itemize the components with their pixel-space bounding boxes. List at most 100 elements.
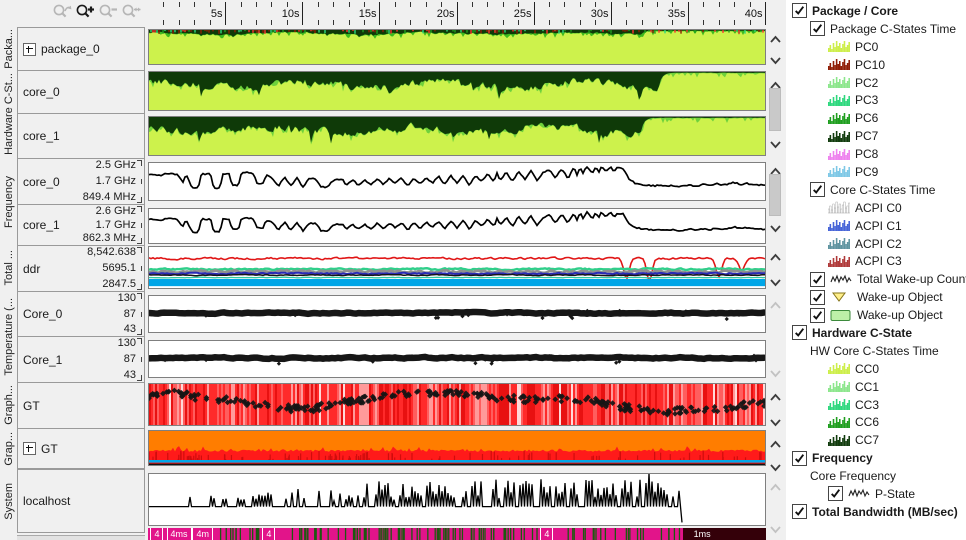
legend-item-label: PC3	[855, 93, 879, 108]
checkbox-checked[interactable]	[810, 271, 825, 287]
timeline-row-label-GT[interactable]: GT	[17, 382, 145, 429]
legend-item-wake-up-object: Wake-up Object	[786, 288, 966, 306]
scroll-up-arrow-icon[interactable]	[769, 389, 782, 401]
chart-core_1[interactable]	[148, 116, 766, 156]
legend-item-label: Core C-States Time	[830, 182, 936, 197]
scroll-up-arrow-icon[interactable]	[769, 163, 782, 175]
row-label-text: core_1	[23, 218, 60, 232]
legend-item-pc10: PC10	[786, 56, 966, 74]
timeline-row-label-Core_1[interactable]: Core_1 130 87 43	[17, 336, 145, 383]
series-histogram-icon	[828, 416, 850, 429]
timeline-row-label-core_1[interactable]: core_1	[17, 113, 145, 159]
legend-item-acpi-c3: ACPI C3	[786, 252, 966, 270]
checkbox-checked[interactable]	[792, 325, 807, 341]
wake-band-duration-label: 4m	[192, 528, 213, 540]
wake-band-duration-label: 4	[150, 528, 164, 540]
scroll-down-arrow-icon[interactable]	[769, 459, 782, 472]
checkbox-checked[interactable]	[792, 504, 807, 520]
chart-gt2[interactable]	[148, 430, 766, 466]
legend-item-label: PC0	[855, 39, 879, 54]
section-group-label: System	[2, 482, 15, 520]
checkbox-checked[interactable]	[810, 289, 825, 305]
legend-item-label: PC9	[855, 164, 879, 179]
legend-item-core-c-states-time: Core C-States Time	[786, 181, 966, 199]
scroll-down-arrow-icon[interactable]	[769, 274, 782, 287]
scroll-up-arrow-icon[interactable]	[769, 77, 782, 89]
checkbox-checked[interactable]	[810, 21, 825, 37]
legend-item-label: CC3	[855, 397, 880, 412]
chart-localhost[interactable]	[148, 473, 766, 526]
scroll-down-arrow-icon[interactable]	[769, 414, 782, 427]
series-histogram-icon	[828, 380, 850, 393]
scroll-up-arrow-icon	[769, 479, 782, 491]
wake-band-duration-label: 1ms	[693, 529, 711, 539]
zoom-in-icon[interactable]	[75, 3, 96, 20]
row-label-text: core_0	[23, 174, 60, 189]
timeline-row-label-package_0[interactable]: package_0	[17, 27, 145, 71]
chart-package_0[interactable]	[148, 29, 766, 65]
scroll-down-arrow-icon	[769, 365, 782, 378]
scroll-up-arrow-icon[interactable]	[769, 249, 782, 261]
timeline-row-label-ddr[interactable]: ddr 8,542.638 5695.1 2847.5	[17, 245, 145, 292]
legend-item-hw-core-c-states-time: HW Core C-States Time	[786, 342, 966, 360]
section-group-label: Graph...	[2, 385, 15, 425]
checkbox-checked[interactable]	[792, 3, 807, 19]
checkbox-checked[interactable]	[828, 486, 843, 502]
legend-item-wake-up-object: Wake-up Object	[786, 306, 966, 324]
legend-item-label: ACPI C2	[855, 236, 902, 251]
legend-item-total-wake-up-count: Total Wake-up Count	[786, 270, 966, 288]
chart-gt[interactable]	[148, 383, 766, 426]
wakeup-objects-band[interactable]: 4 4ms 4m 4 4 1ms	[148, 528, 766, 540]
legend-item-label: HW Core C-States Time	[810, 343, 939, 358]
row-label-text: core_0	[23, 85, 60, 99]
timeline-row-label-core_1[interactable]: core_1 2.6 GHz 1.7 GHz 862.3 MHz	[17, 204, 145, 246]
legend-item-package-core: Package / Core	[786, 2, 966, 20]
legend-item-label: Package C-States Time	[830, 21, 957, 36]
chart-freq_core_1[interactable]	[148, 208, 766, 244]
chart-freq_core_0[interactable]	[148, 162, 766, 201]
checkbox-checked[interactable]	[810, 307, 825, 323]
scroll-down-arrow-icon[interactable]	[769, 136, 782, 149]
scroll-down-arrow-icon[interactable]	[769, 220, 782, 233]
ruler-label: 25s	[514, 8, 532, 20]
scroll-down-arrow-icon[interactable]	[769, 52, 782, 65]
timeline-row-label-core_0[interactable]: core_0 2.5 GHz 1.7 GHz 849.4 MHz	[17, 158, 145, 205]
timeline-row-label-Core_0[interactable]: Core_0 130 87 43	[17, 291, 145, 337]
legend-item-cc3: CC3	[786, 396, 966, 414]
legend-item-label: PC2	[855, 75, 879, 90]
series-histogram-icon	[828, 148, 850, 161]
ruler-label: 5s	[211, 8, 223, 20]
wake-band-duration-label: 4ms	[166, 528, 192, 540]
chart-temp_core_0[interactable]	[148, 295, 766, 333]
wake-band-duration-label: 4	[262, 528, 276, 540]
expand-icon[interactable]	[23, 442, 36, 455]
legend-item-pc8: PC8	[786, 145, 966, 163]
bottom-splitter-handle[interactable]	[17, 535, 145, 540]
series-histogram-icon	[828, 94, 850, 107]
scrollbar-thumb[interactable]	[769, 174, 781, 216]
chart-ddr[interactable]	[148, 246, 766, 289]
expand-icon[interactable]	[23, 42, 36, 56]
timeline-zoom-toolbar	[52, 3, 144, 21]
scroll-up-arrow-icon[interactable]	[769, 436, 782, 448]
legend-item-label: Wake-up Object	[857, 308, 943, 323]
legend-item-label: CC1	[855, 379, 880, 394]
timeline-row-label-localhost[interactable]: localhost	[17, 469, 145, 533]
checkbox-checked[interactable]	[810, 182, 825, 198]
series-histogram-icon	[828, 398, 850, 411]
legend-item-label: CC6	[855, 415, 880, 430]
legend-item-pc6: PC6	[786, 109, 966, 127]
legend-item-cc6: CC6	[786, 413, 966, 431]
time-ruler[interactable]: 5s 10s 15s 20s 25s 30s 35s 40s	[148, 0, 766, 27]
legend-item-label: Core Frequency	[810, 469, 897, 484]
timeline-row-label-core_0[interactable]: core_0	[17, 70, 145, 114]
chart-core_0[interactable]	[148, 71, 766, 111]
chart-temp_core_1[interactable]	[148, 340, 766, 378]
series-histogram-icon	[828, 362, 850, 375]
scrollbar-thumb[interactable]	[769, 88, 781, 131]
scroll-up-arrow-icon[interactable]	[769, 31, 782, 43]
legend-item-pc9: PC9	[786, 163, 966, 181]
timeline-row-label-GT[interactable]: GT	[17, 428, 145, 469]
checkbox-checked[interactable]	[792, 450, 807, 466]
legend-item-label: PC6	[855, 111, 879, 126]
